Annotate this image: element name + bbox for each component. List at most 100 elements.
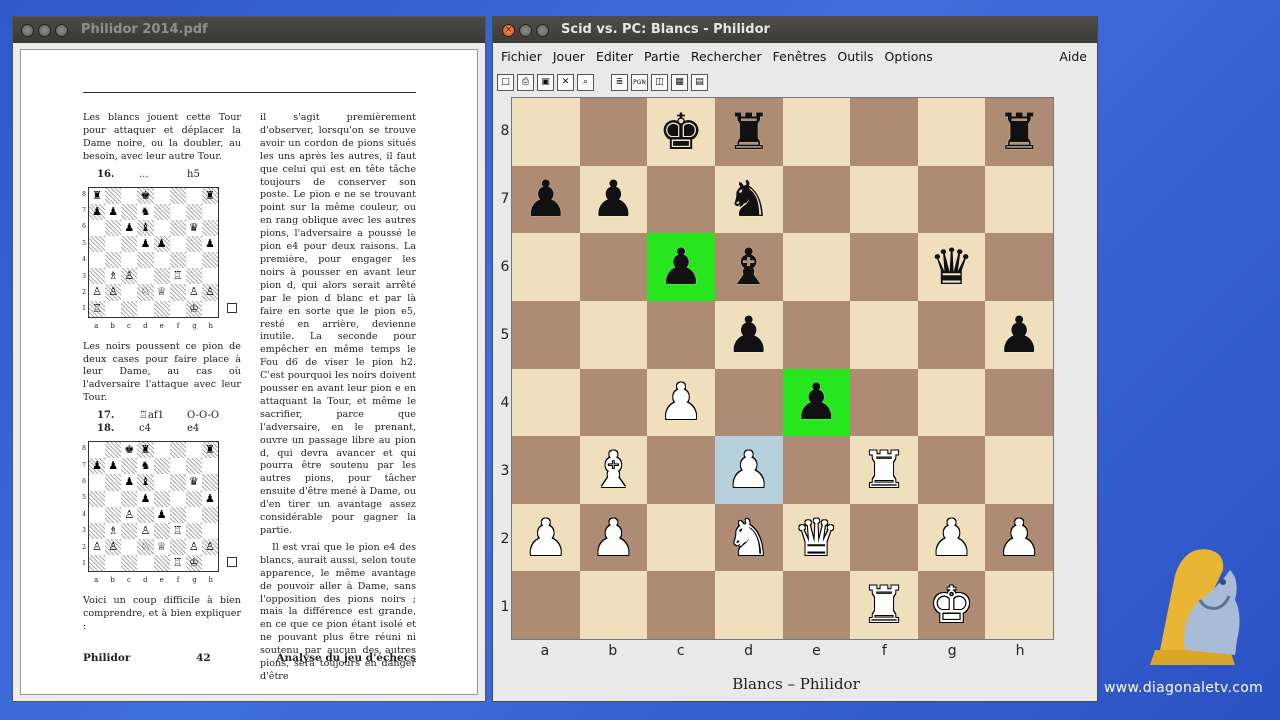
black-pawn-piece[interactable]: ♟ [794,377,839,427]
square-c5[interactable] [647,300,715,369]
square-e2[interactable]: ♛ [782,503,851,572]
square-b6[interactable] [579,233,648,301]
black-king-piece[interactable]: ♚ [659,107,704,157]
minimize-button[interactable] [519,23,532,37]
square-a2[interactable]: ♟ [512,503,580,572]
white-knight-piece[interactable]: ♞ [726,513,771,563]
black-pawn-piece[interactable]: ♟ [591,174,636,224]
square-a1[interactable] [512,571,580,639]
square-g2[interactable]: ♟ [917,503,986,572]
square-e1[interactable] [782,571,851,639]
scid-titlebar[interactable]: × Scid vs. PC: Blancs - Philidor [493,17,1097,43]
square-h6[interactable] [985,233,1053,301]
square-c8[interactable]: ♚ [647,98,715,166]
square-e3[interactable] [782,436,851,504]
square-f3[interactable]: ♜ [850,436,918,504]
square-f5[interactable] [850,300,918,369]
white-pawn-piece[interactable]: ♟ [929,513,974,563]
square-c6[interactable]: ♟ [647,233,715,301]
black-pawn-piece[interactable]: ♟ [726,310,771,360]
maximize-button[interactable] [536,23,549,37]
square-d2[interactable]: ♞ [714,503,783,572]
square-h5[interactable]: ♟ [985,300,1053,369]
square-e6[interactable] [782,233,851,301]
black-pawn-piece[interactable]: ♟ [659,242,704,292]
square-d3[interactable]: ♟ [714,436,783,504]
black-bishop-piece[interactable]: ♝ [726,242,771,292]
square-b2[interactable]: ♟ [579,503,648,572]
square-d6[interactable]: ♝ [714,233,783,301]
black-rook-piece[interactable]: ♜ [997,107,1042,157]
pdf-titlebar[interactable]: Philidor 2014.pdf [13,17,485,43]
square-c4[interactable]: ♟ [647,368,715,437]
black-queen-piece[interactable]: ♛ [929,242,974,292]
black-pawn-piece[interactable]: ♟ [523,174,568,224]
white-bishop-piece[interactable]: ♝ [591,445,636,495]
square-g5[interactable] [917,300,986,369]
new-game-icon[interactable]: □ [497,73,514,91]
square-g8[interactable] [917,98,986,166]
tree-icon[interactable]: ◫ [651,73,668,91]
square-f8[interactable] [850,98,918,166]
print-icon[interactable]: ⎙ [517,73,534,91]
square-b8[interactable] [579,98,648,166]
square-c2[interactable] [647,503,715,572]
square-h8[interactable]: ♜ [985,98,1053,166]
square-h2[interactable]: ♟ [985,503,1053,572]
white-rook-piece[interactable]: ♜ [862,445,907,495]
menu-jouer[interactable]: Jouer [553,49,585,64]
crosstable-icon[interactable]: ▦ [671,73,688,91]
black-knight-piece[interactable]: ♞ [726,174,771,224]
white-king-piece[interactable]: ♚ [929,580,974,630]
black-pawn-piece[interactable]: ♟ [997,310,1042,360]
square-a5[interactable] [512,300,580,369]
close-button[interactable] [21,23,34,37]
square-c7[interactable] [647,165,715,234]
square-a6[interactable] [512,233,580,301]
square-a4[interactable] [512,368,580,437]
square-a3[interactable] [512,436,580,504]
menu-editer[interactable]: Editer [596,49,633,64]
chess-board[interactable]: ♚ ♜ ♜ ♟ ♟ ♞ ♟ ♝ ♛ ♟ ♟ ♟ ♟ ♝ ♟ ♜ ♟ ♟ ♞ ♛ ♟ ♟ ♜ ♚ [511,97,1054,640]
square-b4[interactable] [579,368,648,437]
square-b1[interactable] [579,571,648,639]
menu-aide[interactable]: Aide [1059,49,1087,64]
white-pawn-piece[interactable]: ♟ [997,513,1042,563]
square-e4[interactable]: ♟ [782,368,851,437]
square-f2[interactable] [850,503,918,572]
square-g3[interactable] [917,436,986,504]
square-h1[interactable] [985,571,1053,639]
square-f7[interactable] [850,165,918,234]
square-g1[interactable]: ♚ [917,571,986,639]
white-pawn-piece[interactable]: ♟ [726,445,771,495]
square-e7[interactable] [782,165,851,234]
square-c1[interactable] [647,571,715,639]
square-g4[interactable] [917,368,986,437]
square-d5[interactable]: ♟ [714,300,783,369]
black-rook-piece[interactable]: ♜ [726,107,771,157]
white-rook-piece[interactable]: ♜ [862,580,907,630]
minimize-button[interactable] [38,23,51,37]
square-d4[interactable] [714,368,783,437]
square-g7[interactable] [917,165,986,234]
square-e5[interactable] [782,300,851,369]
square-e8[interactable] [782,98,851,166]
square-g6[interactable]: ♛ [917,233,986,301]
delete-icon[interactable]: ✕ [557,73,574,91]
square-f6[interactable] [850,233,918,301]
square-b3[interactable]: ♝ [579,436,648,504]
pdf-page[interactable]: Les blancs jouent cette Tour pour attaqu… [20,49,478,695]
menu-fichier[interactable]: Fichier [501,49,542,64]
square-f4[interactable] [850,368,918,437]
engine-icon[interactable]: ▤ [691,73,708,91]
square-h7[interactable] [985,165,1053,234]
menu-outils[interactable]: Outils [837,49,873,64]
square-d1[interactable] [714,571,783,639]
close-button[interactable]: × [502,23,515,37]
menu-rechercher[interactable]: Rechercher [691,49,762,64]
pgn-icon[interactable]: PGN [631,73,648,91]
white-queen-piece[interactable]: ♛ [794,513,839,563]
square-c3[interactable] [647,436,715,504]
square-d8[interactable]: ♜ [714,98,783,166]
square-a8[interactable] [512,98,580,166]
